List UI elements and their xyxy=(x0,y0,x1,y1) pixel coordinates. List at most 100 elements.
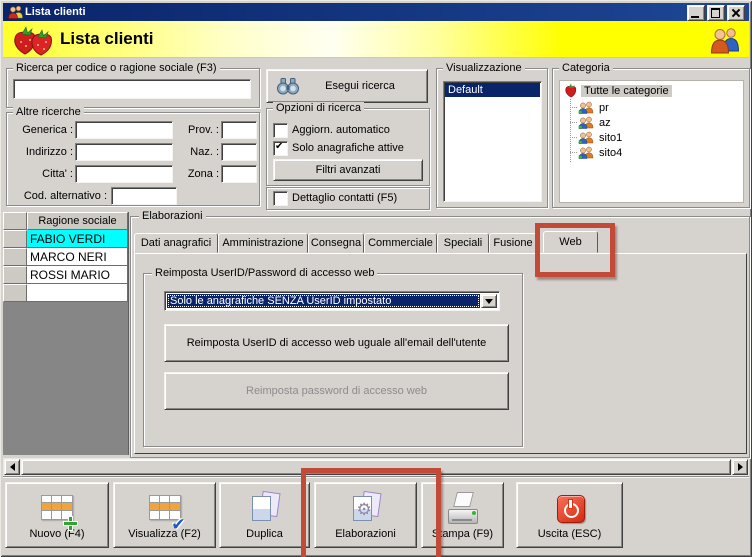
stampa-label: Stampa (F9) xyxy=(431,528,494,540)
tab-commerciale[interactable]: Commerciale xyxy=(364,233,437,253)
row-selector[interactable] xyxy=(3,230,27,248)
app-window: Lista clienti Lista clienti Ricerca per … xyxy=(0,0,752,557)
page-title: Lista clienti xyxy=(60,29,154,48)
uscita-label: Uscita (ESC) xyxy=(537,528,602,540)
solo-anagrafiche-attive-label: Solo anagrafiche attive xyxy=(292,142,404,154)
table-row-empty xyxy=(27,284,128,302)
elaborazioni-label: Elaborazioni xyxy=(335,528,396,540)
aggiorn-automatico-checkbox[interactable] xyxy=(273,123,288,138)
categoria-group: Categoria Tutte le categorie pr az sito1… xyxy=(552,62,750,208)
scroll-right-button[interactable] xyxy=(732,459,748,475)
tab-consegna[interactable]: Consegna xyxy=(308,233,364,253)
stampa-button[interactable]: Stampa (F9) xyxy=(421,482,504,548)
uscita-button[interactable]: Uscita (ESC) xyxy=(516,482,623,548)
combobox-dropdown-button[interactable] xyxy=(481,294,497,308)
app-icon xyxy=(8,5,23,19)
tab-amministrazione[interactable]: Amministrazione xyxy=(218,233,308,253)
dettaglio-contatti-checkbox[interactable] xyxy=(273,191,288,206)
printer-icon xyxy=(445,492,481,526)
tree-item-az[interactable]: az xyxy=(599,117,611,129)
category-people-icon xyxy=(578,131,594,144)
window-title: Lista clienti xyxy=(25,6,86,18)
cod-alternativo-input[interactable] xyxy=(111,187,177,205)
scrollbar-thumb[interactable] xyxy=(21,459,731,475)
elaborazioni-group-label: Elaborazioni xyxy=(139,210,206,222)
reimposta-combobox[interactable]: Solo le anagrafiche SENZA UserID imposta… xyxy=(164,291,500,311)
tree-connector xyxy=(570,122,577,123)
table-row-selected[interactable]: FABIO VERDI xyxy=(27,230,128,248)
binoculars-icon xyxy=(277,78,299,95)
tree-connector xyxy=(570,137,577,138)
table-row[interactable]: ROSSI MARIO xyxy=(27,266,128,284)
naz-input[interactable] xyxy=(221,143,257,161)
view-grid-icon xyxy=(147,492,186,535)
tree-root-tutte-le-categorie[interactable]: Tutte le categorie xyxy=(581,85,672,97)
nuovo-button[interactable]: Nuovo (F4) xyxy=(5,482,109,548)
tree-item-pr[interactable]: pr xyxy=(599,102,609,114)
column-header-ragione-sociale[interactable]: Ragione sociale xyxy=(27,212,128,230)
visualizzazione-label: Visualizzazione xyxy=(443,62,525,74)
tab-web-active[interactable]: Web xyxy=(543,231,598,253)
other-search-group: Altre ricerche Generica : Prov. : Indiri… xyxy=(6,106,260,206)
categoria-tree: Tutte le categorie pr az sito1 sito4 xyxy=(559,80,744,203)
search-group: Ricerca per codice o ragione sociale (F3… xyxy=(6,62,260,108)
visualizzazione-group: Visualizzazione Default xyxy=(436,62,548,208)
dettaglio-contatti-group: Dettaglio contatti (F5) xyxy=(266,187,430,210)
tree-item-sito1[interactable]: sito1 xyxy=(599,132,622,144)
elaborazioni-button[interactable]: Elaborazioni xyxy=(314,482,417,548)
minimize-button[interactable] xyxy=(687,5,705,21)
arrow-left-icon xyxy=(9,463,15,471)
solo-anagrafiche-attive-checkbox[interactable] xyxy=(273,141,288,156)
category-people-icon xyxy=(578,146,594,159)
table-row[interactable]: MARCO NERI xyxy=(27,248,128,266)
reimposta-group-label: Reimposta UserID/Password di accesso web xyxy=(152,267,378,279)
duplica-label: Duplica xyxy=(246,528,283,540)
row-selector xyxy=(3,284,27,302)
filtri-avanzati-button[interactable]: Filtri avanzati xyxy=(273,159,423,181)
dettaglio-contatti-label: Dettaglio contatti (F5) xyxy=(292,192,398,204)
zona-input[interactable] xyxy=(221,165,257,183)
reimposta-userid-button[interactable]: Reimposta UserID di accesso web uguale a… xyxy=(164,324,509,362)
visualizzazione-listbox: Default xyxy=(443,81,542,202)
close-button[interactable] xyxy=(727,5,745,21)
categoria-label: Categoria xyxy=(559,62,613,74)
opzioni-ricerca-group: Opzioni di ricerca Aggiorn. automatico S… xyxy=(266,102,430,186)
scroll-left-button[interactable] xyxy=(4,459,20,475)
row-selector[interactable] xyxy=(3,266,27,284)
search-group-label: Ricerca per codice o ragione sociale (F3… xyxy=(13,62,220,74)
opzioni-ricerca-label: Opzioni di ricerca xyxy=(273,102,364,114)
reimposta-userid-label: Reimposta UserID di accesso web uguale a… xyxy=(186,337,487,349)
reimposta-password-label: Reimposta password di accesso web xyxy=(246,385,427,397)
duplica-button[interactable]: Duplica xyxy=(219,482,310,548)
row-selector-header xyxy=(3,212,27,230)
row-selector[interactable] xyxy=(3,248,27,266)
visualizzazione-item-default[interactable]: Default xyxy=(445,83,540,97)
zona-label: Zona : xyxy=(187,168,219,180)
visualizza-button[interactable]: Visualizza (F2) xyxy=(113,482,216,548)
bottom-toolbar: Nuovo (F4) Visualizza (F2) Duplica Elabo… xyxy=(3,477,749,555)
clients-table: Ragione sociale FABIO VERDI MARCO NERI R… xyxy=(3,212,129,455)
generica-input[interactable] xyxy=(75,121,173,139)
search-input[interactable] xyxy=(13,79,251,99)
strawberry-icon xyxy=(565,83,577,98)
maximize-button[interactable] xyxy=(707,5,725,21)
reimposta-password-button-disabled: Reimposta password di accesso web xyxy=(164,372,509,410)
indirizzo-input[interactable] xyxy=(75,143,173,161)
esegui-ricerca-button[interactable]: Esegui ricerca xyxy=(266,69,428,103)
horizontal-scrollbar xyxy=(3,458,749,476)
tree-connector xyxy=(570,152,577,153)
tree-item-sito4[interactable]: sito4 xyxy=(599,147,622,159)
tab-speciali[interactable]: Speciali xyxy=(437,233,489,253)
aggiorn-automatico-label: Aggiorn. automatico xyxy=(292,124,390,136)
citta-label: Citta' : xyxy=(42,168,73,180)
prov-input[interactable] xyxy=(221,121,257,139)
tab-dati-anagrafici[interactable]: Dati anagrafici xyxy=(134,233,218,253)
generica-label: Generica : xyxy=(22,124,73,136)
category-people-icon xyxy=(578,101,594,114)
title-bar: Lista clienti xyxy=(3,3,749,21)
citta-input[interactable] xyxy=(75,165,173,183)
new-grid-icon xyxy=(39,492,77,530)
power-exit-icon xyxy=(552,492,588,526)
cod-alternativo-label: Cod. alternativo : xyxy=(23,190,107,202)
tab-fusione[interactable]: Fusione xyxy=(489,233,537,253)
